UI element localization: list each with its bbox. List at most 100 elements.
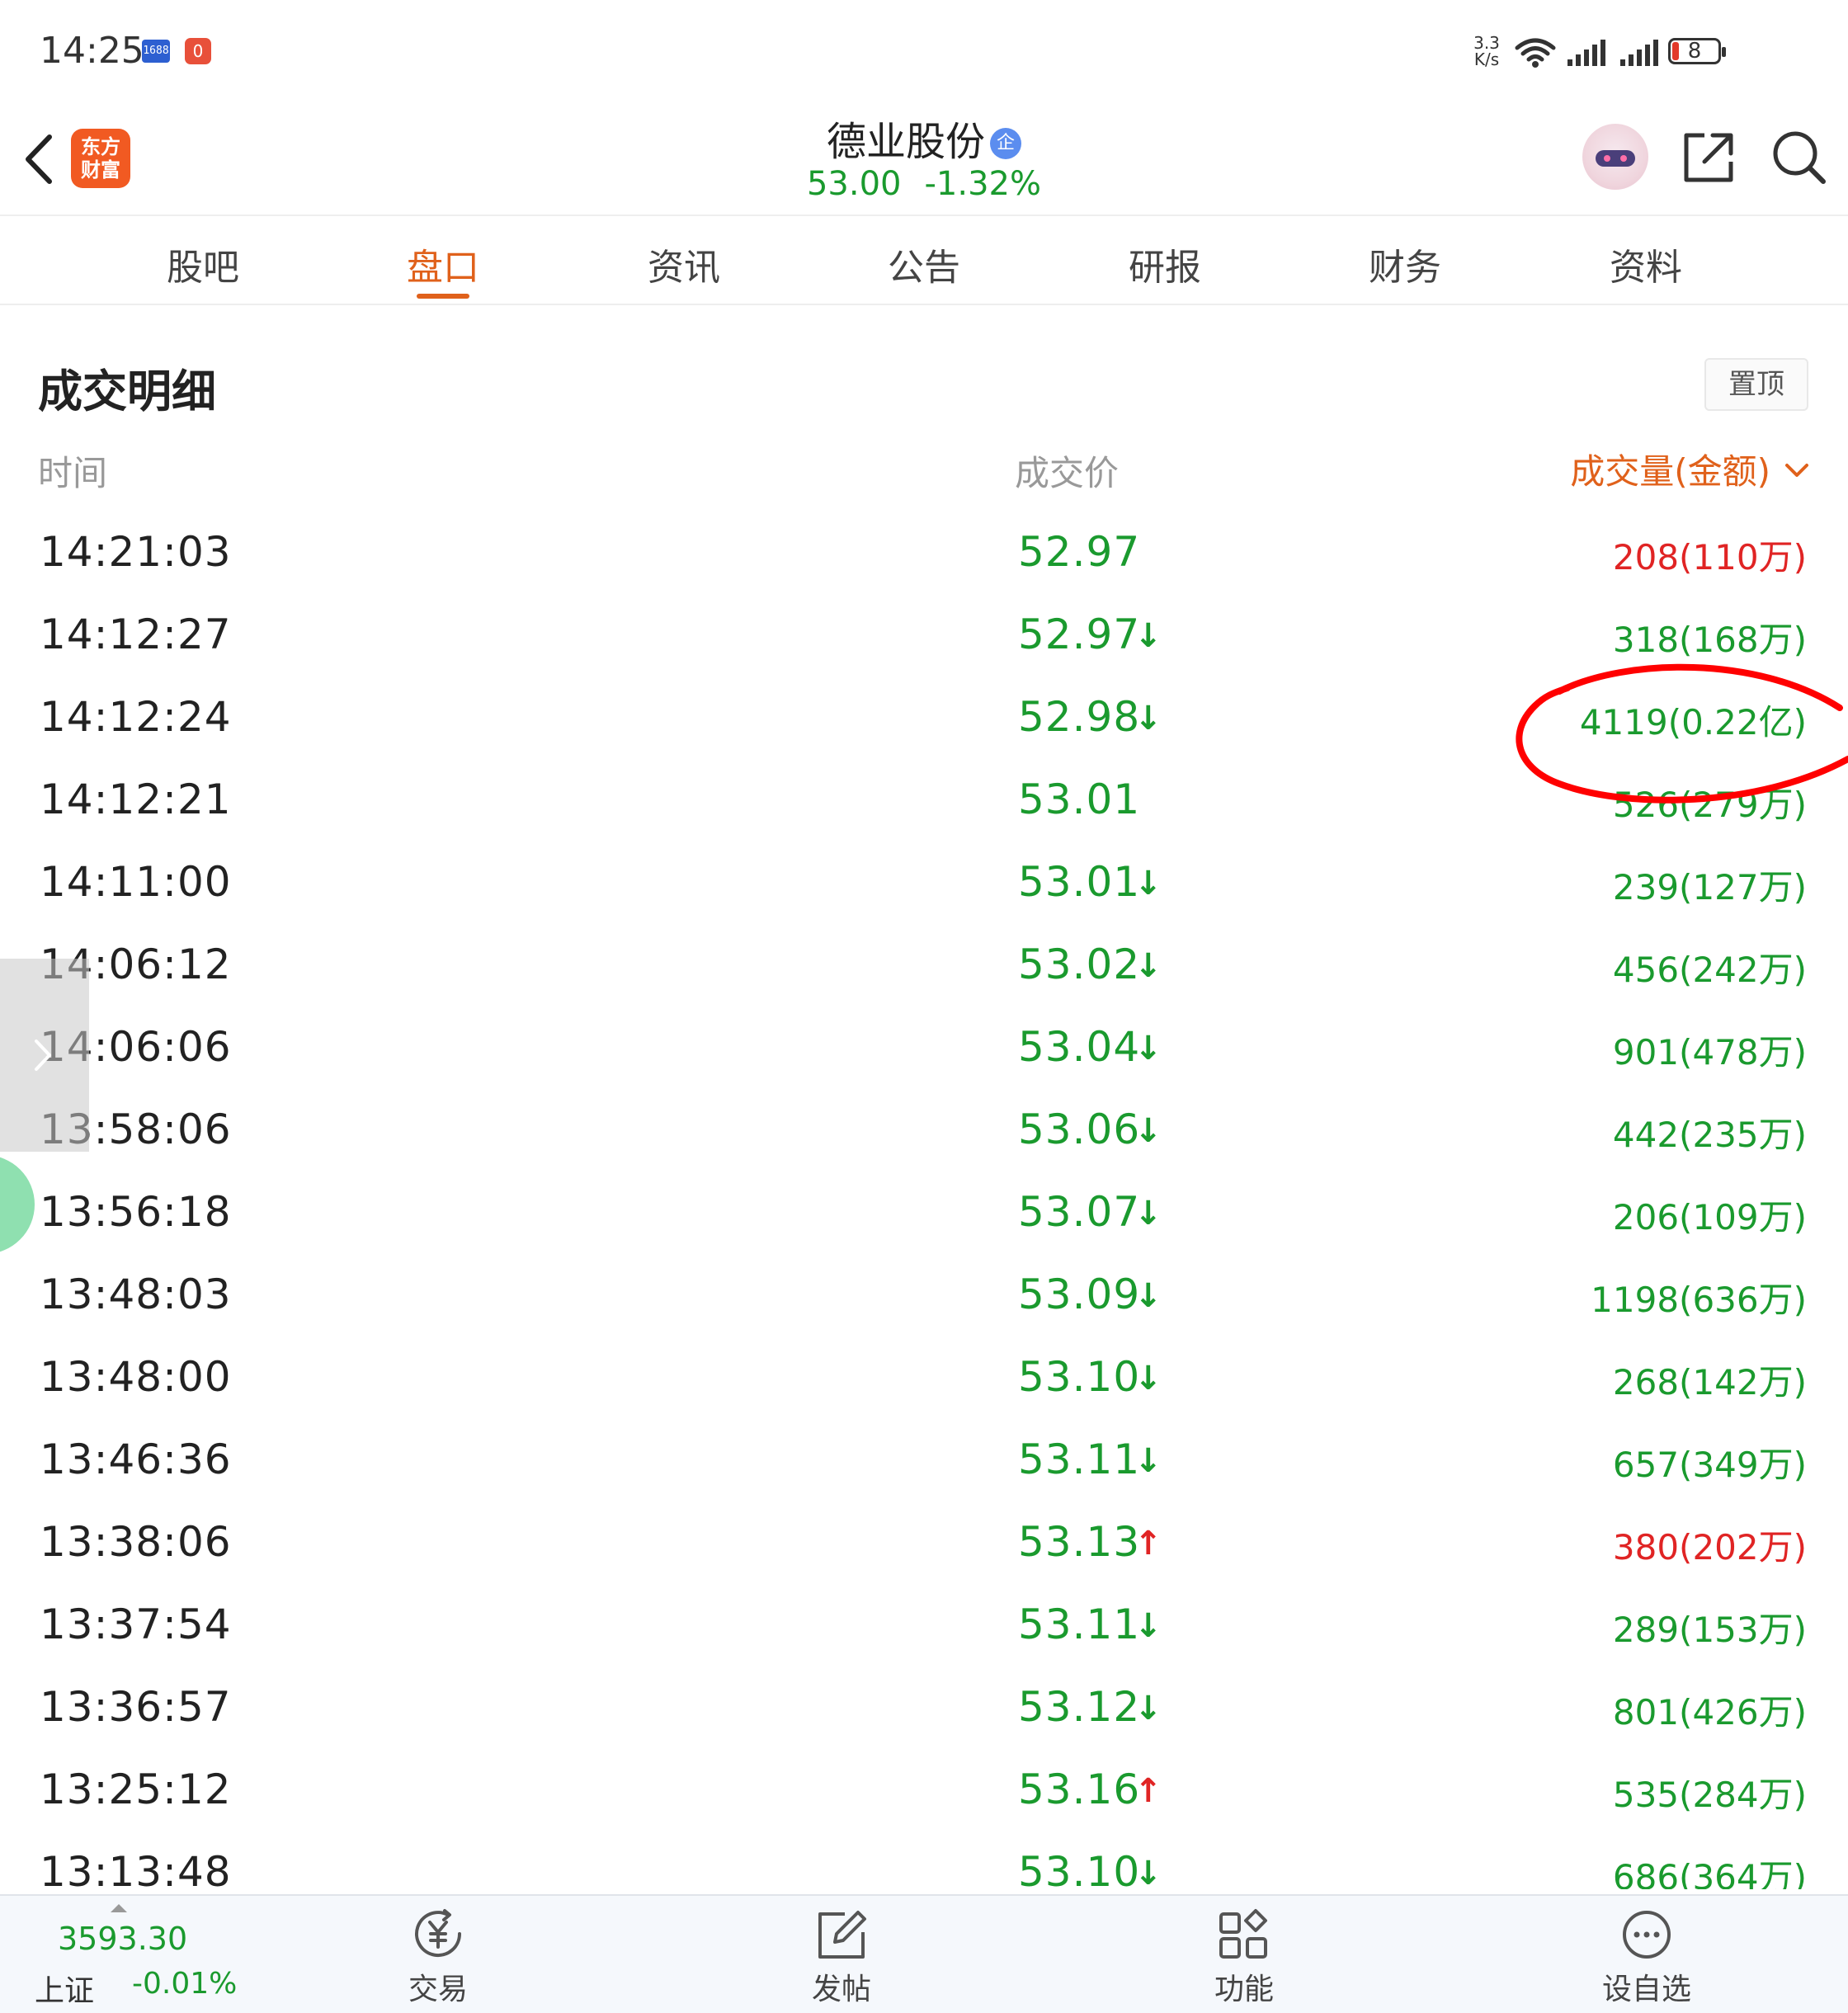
trade-price: 53.04: [1018, 1023, 1141, 1071]
trade-row: 13:56:18 53.07 ↓ 206(109万): [0, 1172, 1848, 1254]
trade-time: 13:46:36: [40, 1436, 232, 1483]
trade-row: 13:48:00 53.10 ↓ 268(142万): [0, 1336, 1848, 1419]
trade-volume: 442(235万): [1612, 1115, 1807, 1155]
trade-price: 53.01: [1018, 776, 1141, 823]
column-header-price: 成交价: [1015, 453, 1120, 493]
trade-volume: 901(478万): [1612, 1032, 1807, 1072]
stock-quote: 53.00 -1.32%: [0, 165, 1848, 203]
chevron-right-icon: [35, 1040, 51, 1071]
side-drawer-handle[interactable]: [0, 959, 89, 1152]
nav-post-button[interactable]: 发帖: [767, 1907, 916, 2008]
network-speed-unit: K/s: [1473, 50, 1500, 69]
trade-time: 13:25:12: [40, 1766, 232, 1813]
wifi-icon: [1515, 38, 1556, 68]
column-header-time: 时间: [38, 453, 108, 493]
section-title: 成交明细: [38, 365, 216, 417]
trade-price: 52.97: [1018, 528, 1141, 576]
trade-price: 53.10: [1018, 1848, 1141, 1889]
trade-row: 14:06:12 53.02 ↓ 456(242万): [0, 924, 1848, 1006]
trade-price: 53.02: [1018, 940, 1141, 988]
trade-volume: 268(142万): [1612, 1362, 1807, 1402]
index-expand-caret-icon[interactable]: [111, 1904, 127, 1912]
trade-volume: 801(426万): [1612, 1692, 1807, 1732]
trade-time: 13:37:54: [40, 1600, 232, 1648]
ai-assistant-avatar-icon[interactable]: [1582, 124, 1648, 190]
chevron-down-icon: [1785, 464, 1808, 477]
tab-pankou[interactable]: 盘口: [361, 238, 526, 290]
index-change[interactable]: -0.01%: [132, 1967, 237, 2001]
arrow-down-icon: ↓: [1134, 1855, 1162, 1889]
stock-title: 德业股份企: [0, 109, 1848, 167]
trade-volume: 686(364万): [1612, 1857, 1807, 1889]
arrow-down-icon: ↓: [1134, 1195, 1162, 1233]
arrow-down-icon: ↓: [1134, 617, 1162, 655]
trade-volume: 657(349万): [1612, 1445, 1807, 1485]
arrow-down-icon: ↓: [1134, 947, 1162, 985]
trade-row: 13:46:36 53.11 ↓ 657(349万): [0, 1419, 1848, 1502]
trade-time: 14:21:03: [40, 528, 232, 576]
trade-price: 52.97: [1018, 610, 1141, 658]
trade-price: 53.07: [1018, 1188, 1141, 1236]
stock-price: 53.00: [806, 165, 902, 203]
trade-price: 53.10: [1018, 1353, 1141, 1401]
share-icon[interactable]: [1680, 129, 1737, 186]
trade-price: 53.12: [1018, 1683, 1141, 1731]
tab-finance[interactable]: 财务: [1322, 238, 1487, 290]
arrow-down-icon: ↓: [1134, 1442, 1162, 1480]
tab-news[interactable]: 资讯: [601, 238, 766, 290]
logo-line-1: 东方: [81, 135, 120, 158]
battery-level: 8: [1687, 39, 1702, 64]
trade-row: 13:58:06 53.06 ↓ 442(235万): [0, 1089, 1848, 1172]
trade-volume: 318(168万): [1612, 620, 1807, 660]
trade-row: 13:48:03 53.09 ↓ 1198(636万): [0, 1254, 1848, 1336]
network-speed: 3.3 K/s: [1470, 35, 1503, 68]
status-bar: 14:25 1688 0 3.3 K/s 8: [0, 0, 1848, 107]
enterprise-badge-icon: 企: [990, 128, 1021, 159]
trade-time: 14:12:27: [40, 610, 232, 658]
nav-functions-button[interactable]: 功能: [1170, 1907, 1318, 2008]
search-icon[interactable]: [1770, 129, 1828, 186]
index-name[interactable]: 上证: [35, 1967, 94, 2010]
nav-trade-button[interactable]: 交易: [364, 1907, 512, 2008]
arrow-up-icon: ↑: [1134, 1525, 1162, 1563]
trade-row: 13:13:48 53.10 ↓ 686(364万): [0, 1832, 1848, 1889]
index-value[interactable]: 3593.30: [58, 1921, 187, 1957]
network-speed-value: 3.3: [1473, 33, 1500, 53]
trade-price: 53.06: [1018, 1106, 1141, 1153]
tab-announcements[interactable]: 公告: [842, 238, 1006, 290]
tab-profile[interactable]: 资料: [1563, 238, 1728, 290]
trade-row: 14:11:00 53.01 ↓ 239(127万): [0, 842, 1848, 924]
trade-price: 53.16: [1018, 1766, 1141, 1813]
arrow-down-icon: ↓: [1134, 1607, 1162, 1645]
column-header-volume: 成交量(金额): [1570, 451, 1770, 492]
trade-time: 14:11:00: [40, 858, 232, 906]
pin-to-top-button[interactable]: 置顶: [1704, 358, 1808, 411]
trade-yen-icon: [415, 1909, 461, 1958]
trade-volume: 239(127万): [1612, 867, 1807, 908]
compose-icon: [818, 1911, 866, 1959]
trade-row: 14:06:06 53.04 ↓ 901(478万): [0, 1006, 1848, 1089]
nav-add-watchlist-button[interactable]: 设自选: [1572, 1907, 1721, 2008]
battery-icon: 8: [1668, 38, 1726, 64]
trade-time: 13:13:48: [40, 1848, 232, 1889]
tab-research[interactable]: 研报: [1082, 238, 1247, 290]
tab-guba[interactable]: 股吧: [120, 238, 285, 290]
cell-signal-2-icon: [1620, 40, 1658, 66]
active-tab-indicator: [417, 294, 469, 299]
nav-functions-label: 功能: [1214, 1973, 1274, 2006]
trade-price: 53.09: [1018, 1270, 1141, 1318]
trade-time: 13:48:03: [40, 1270, 232, 1318]
trade-time: 13:38:06: [40, 1518, 232, 1566]
trade-time: 14:12:21: [40, 776, 232, 823]
arrow-down-icon: ↓: [1134, 700, 1162, 738]
trade-price: 53.01: [1018, 858, 1141, 906]
trade-price: 53.13: [1018, 1518, 1141, 1566]
tab-bar: 股吧 盘口 资讯 公告 研报 财务 资料: [0, 214, 1848, 305]
trade-price: 53.11: [1018, 1436, 1141, 1483]
nav-post-label: 发帖: [811, 1973, 871, 2006]
trade-volume: 206(109万): [1612, 1197, 1807, 1238]
volume-amount-dropdown[interactable]: 成交量(金额): [1570, 444, 1810, 494]
trade-row: 14:21:03 52.97 208(110万): [0, 512, 1848, 594]
arrow-down-icon: ↓: [1134, 1360, 1162, 1398]
trade-row: 13:37:54 53.11 ↓ 289(153万): [0, 1584, 1848, 1666]
